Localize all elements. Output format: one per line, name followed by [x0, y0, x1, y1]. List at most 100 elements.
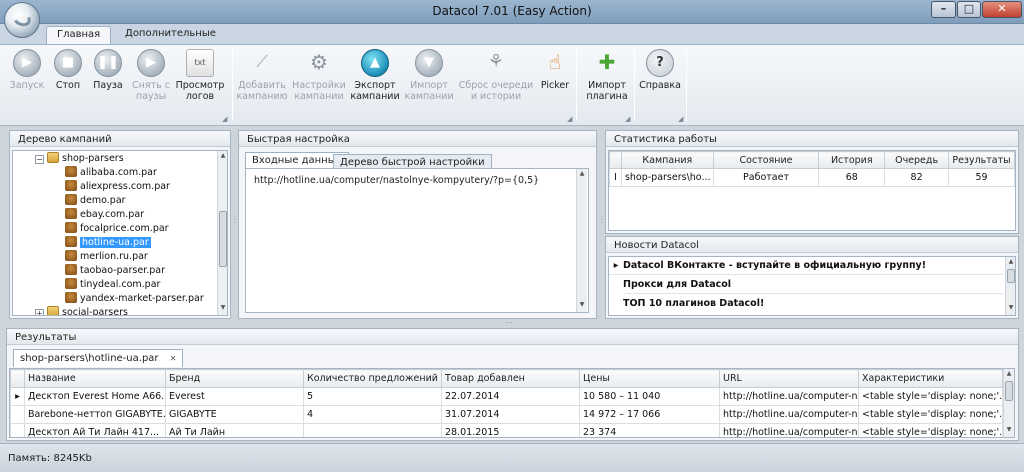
row-marker	[10, 405, 25, 424]
stats-row[interactable]: I shop-parsers\ho... Работает 68 82 59	[609, 168, 1015, 187]
news-item[interactable]: ТОП 10 плагинов Datacol!	[623, 295, 1003, 313]
tab-additional[interactable]: Дополнительные	[115, 26, 226, 44]
col-history[interactable]: История	[818, 151, 886, 169]
col-results[interactable]: Результаты	[948, 151, 1015, 169]
help-button[interactable]: ? Справка	[638, 49, 682, 91]
close-tab-icon[interactable]: ✕	[170, 354, 177, 363]
tree-item[interactable]: focalprice.com.par	[65, 222, 169, 236]
col-offers[interactable]: Количество предложений	[303, 369, 442, 388]
ribbon-tab-strip: Главная Дополнительные	[0, 24, 1024, 44]
news-item[interactable]: ▸ Datacol ВКонтакте - вступайте в официал…	[609, 257, 1003, 275]
group-expand-icon[interactable]: ◢	[625, 115, 633, 123]
start-button[interactable]: ▶ Запуск	[6, 49, 48, 91]
campaign-icon	[65, 292, 77, 303]
scroll-up-icon[interactable]: ▲	[1006, 257, 1015, 268]
tree-item-selected[interactable]: hotline-ua.par	[65, 236, 151, 250]
magic-wand-icon: ⟋	[256, 52, 268, 71]
tab-main[interactable]: Главная	[46, 26, 112, 44]
stop-button[interactable]: ■ Стоп	[50, 49, 86, 91]
import-campaigns-button[interactable]: ▼ Импорт кампании	[404, 49, 454, 102]
col-name[interactable]: Название	[24, 369, 166, 388]
campaign-icon	[65, 222, 77, 233]
campaign-icon	[65, 250, 77, 261]
import-plugin-button[interactable]: ✚ Импорт плагина	[580, 49, 634, 102]
group-expand-icon[interactable]: ◢	[567, 115, 575, 123]
results-tab[interactable]: shop-parsers\hotline-ua.par ✕	[13, 349, 184, 367]
help-question-icon: ?	[646, 49, 674, 77]
col-url[interactable]: URL	[719, 369, 859, 388]
stats-campaign: shop-parsers\ho...	[620, 168, 714, 187]
tree-item[interactable]: demo.par	[65, 194, 126, 208]
tree-folder-social-parsers[interactable]: + social-parsers	[35, 306, 128, 315]
expand-icon[interactable]: +	[35, 309, 44, 315]
view-logs-button[interactable]: txt Просмотр логов	[175, 49, 225, 102]
results-scrollbar[interactable]: ▲ ▼	[1003, 369, 1014, 437]
cell-url: http://hotline.ua/computer-n...	[719, 423, 859, 437]
scroll-down-icon[interactable]: ▼	[577, 300, 587, 311]
scroll-thumb[interactable]	[219, 211, 227, 267]
horizontal-splitter[interactable]: ⋯	[505, 318, 514, 327]
stop-icon: ■	[54, 49, 82, 77]
ribbon-separator	[232, 49, 233, 121]
group-expand-icon[interactable]: ◢	[222, 115, 230, 123]
pause-button[interactable]: ❚❚ Пауза	[88, 49, 128, 91]
scroll-down-icon[interactable]: ▼	[1006, 303, 1015, 314]
col-brand[interactable]: Бренд	[165, 369, 304, 388]
row-marker: ▸	[10, 387, 25, 406]
scroll-thumb[interactable]	[1005, 381, 1013, 401]
col-queue[interactable]: Очередь	[884, 151, 950, 169]
col-state[interactable]: Состояние	[712, 151, 820, 169]
tree-item[interactable]: yandex-market-parser.par	[65, 292, 204, 306]
campaign-settings-button[interactable]: ⚙ Настройки кампании	[292, 49, 346, 102]
cell-specs: <table style='display: none;'...	[858, 387, 1003, 406]
scroll-up-icon[interactable]: ▲	[218, 151, 227, 162]
add-campaign-button[interactable]: ⟋ Добавить кампанию	[236, 49, 288, 102]
tree-item[interactable]: alibaba.com.par	[65, 166, 157, 180]
collapse-icon[interactable]: −	[35, 155, 44, 164]
input-data-text[interactable]: http://hotline.ua/computer/nastolnye-kom…	[254, 175, 539, 186]
tree-scrollbar[interactable]: ▲ ▼	[217, 151, 227, 315]
tree-item[interactable]: merlion.ru.par	[65, 250, 148, 264]
picker-button[interactable]: ☝ Picker	[538, 49, 572, 91]
scroll-up-icon[interactable]: ▲	[1004, 369, 1014, 380]
input-scrollbar[interactable]: ▲ ▼	[576, 169, 587, 312]
tree-item[interactable]: aliexpress.com.par	[65, 180, 170, 194]
tree-item[interactable]: ebay.com.par	[65, 208, 144, 222]
tree-item[interactable]: tinydeal.com.par	[65, 278, 160, 292]
group-expand-icon[interactable]: ◢	[678, 115, 686, 123]
col-specs[interactable]: Характеристики	[858, 369, 1003, 388]
campaign-tree: − shop-parsers alibaba.com.par aliexpress…	[12, 150, 228, 316]
col-prices[interactable]: Цены	[579, 369, 720, 388]
cell-prices: 14 972 – 17 066	[579, 405, 720, 424]
maximize-button[interactable]: □	[957, 1, 981, 18]
app-menu-orb-icon[interactable]	[4, 2, 40, 38]
news-item[interactable]: Прокси для Datacol	[623, 276, 1003, 294]
scroll-down-icon[interactable]: ▼	[1004, 425, 1014, 436]
scroll-thumb[interactable]	[1007, 269, 1015, 283]
table-row[interactable]: Barebone-неттоп GIGABYTE... GIGABYTE 4 3…	[10, 405, 1003, 424]
col-added[interactable]: Товар добавлен	[441, 369, 580, 388]
close-button[interactable]: ✕	[982, 1, 1022, 18]
campaign-tree-title: Дерево кампаний	[10, 131, 230, 147]
scroll-up-icon[interactable]: ▲	[577, 169, 587, 180]
stats-queue: 82	[884, 168, 950, 187]
input-data-area[interactable]: http://hotline.ua/computer/nastolnye-kom…	[245, 168, 589, 313]
tree-folder-shop-parsers[interactable]: − shop-parsers	[35, 152, 124, 166]
unpause-button[interactable]: ▶ Снять с паузы	[130, 49, 172, 102]
col-campaign[interactable]: Кампания	[620, 151, 714, 169]
reset-queue-history-button[interactable]: ⚘ Сброс очереди и истории	[458, 49, 534, 102]
cell-specs: <table style='display: none;'...	[858, 423, 1003, 437]
tab-quick-settings-tree[interactable]: Дерево быстрой настройки	[333, 154, 492, 168]
import-arrow-down-icon: ▼	[415, 49, 443, 77]
scroll-down-icon[interactable]: ▼	[218, 303, 227, 314]
table-row[interactable]: ▸ Десктоп Everest Home A66... Everest 5 …	[10, 387, 1003, 406]
cell-url: http://hotline.ua/computer-n...	[719, 387, 859, 406]
minimize-button[interactable]: –	[931, 1, 956, 18]
ribbon-separator	[686, 49, 687, 121]
tree-item[interactable]: taobao-parser.par	[65, 264, 165, 278]
pause-icon: ❚❚	[94, 49, 122, 77]
table-row[interactable]: Десктоп Ай Ти Лайн 417... Ай Ти Лайн 28.…	[10, 423, 1003, 437]
news-scrollbar[interactable]: ▲ ▼	[1005, 257, 1015, 315]
export-campaigns-button[interactable]: ▲ Экспорт кампании	[350, 49, 400, 102]
cell-offers	[303, 423, 442, 437]
